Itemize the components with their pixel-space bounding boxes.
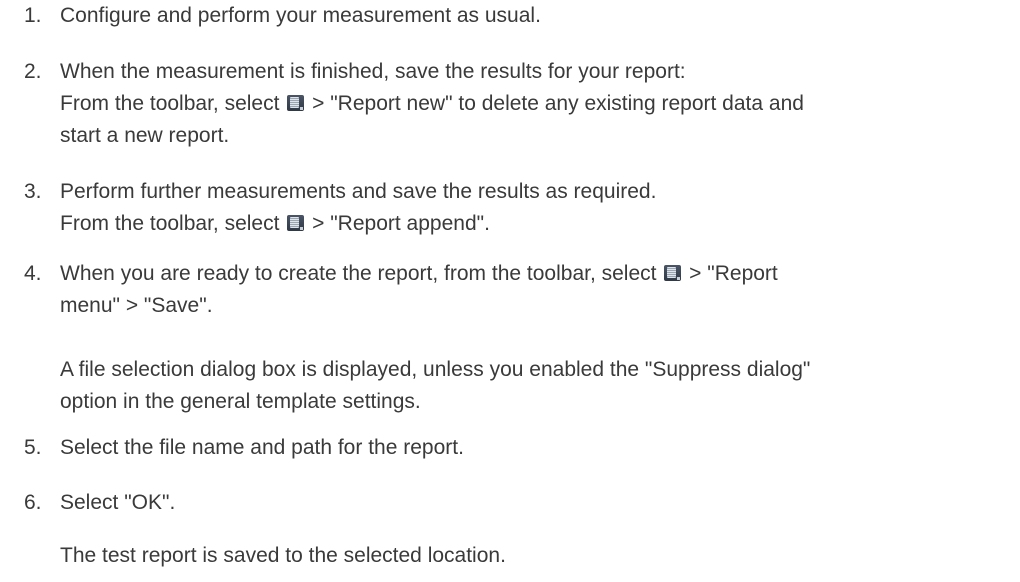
result-text: The test report is saved to the selected… — [60, 544, 506, 567]
report-menu-icon — [664, 265, 682, 281]
report-menu-icon — [287, 95, 305, 111]
result-text: option in the general template settings. — [60, 390, 421, 413]
step-number: 6. — [24, 491, 42, 514]
step-text: Perform further measurements and save th… — [60, 180, 657, 203]
step-text: When the measurement is finished, save t… — [60, 60, 686, 83]
step-text-with-icon: When you are ready to create the report,… — [60, 262, 778, 285]
result-text: A file selection dialog box is displayed… — [60, 358, 811, 381]
step-number: 5. — [24, 436, 42, 459]
step-text: start a new report. — [60, 124, 230, 147]
step-text: Select the file name and path for the re… — [60, 436, 464, 459]
step-number: 4. — [24, 262, 42, 285]
step-4-result: A file selection dialog box is displayed… — [60, 354, 1010, 418]
step-text: menu" > "Save". — [60, 294, 213, 317]
step-number: 1. — [24, 4, 42, 27]
step-text: Configure and perform your measurement a… — [60, 4, 541, 27]
step-6-result: The test report is saved to the selected… — [60, 540, 1010, 572]
step-text: Select "OK". — [60, 491, 176, 514]
step-text-with-icon: From the toolbar, select > "Report new" … — [60, 92, 804, 115]
step-number: 2. — [24, 60, 42, 83]
step-number: 3. — [24, 180, 42, 203]
step-text-with-icon: From the toolbar, select > "Report appen… — [60, 212, 490, 235]
report-menu-icon — [287, 215, 305, 231]
